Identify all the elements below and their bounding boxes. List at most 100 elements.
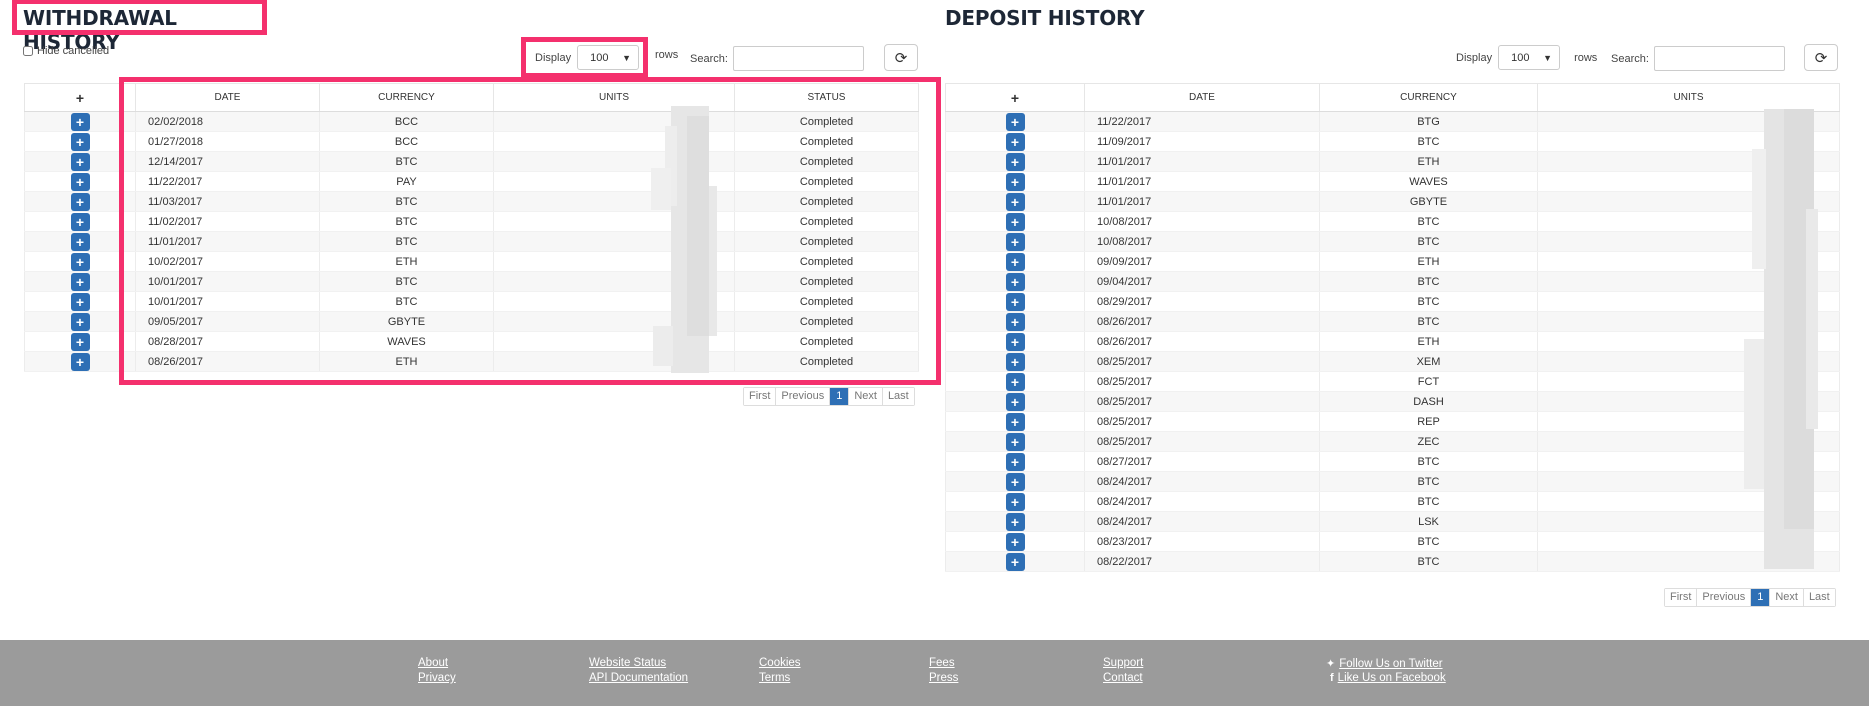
footer-link-twitter[interactable]: ✦ Follow Us on Twitter [1326, 657, 1443, 670]
pager-previous[interactable]: Previous [1697, 589, 1752, 606]
cell-currency: BTC [1319, 131, 1538, 152]
footer-link-facebook[interactable]: f Like Us on Facebook [1330, 672, 1446, 684]
table-row: +08/24/2017 LSK [945, 511, 1840, 532]
expand-row-button[interactable]: + [1005, 392, 1025, 411]
footer-link-press[interactable]: Press [929, 672, 958, 684]
expand-row-button[interactable]: + [1005, 532, 1025, 551]
expand-row-button[interactable]: + [1005, 292, 1025, 311]
expand-row-button[interactable]: + [70, 152, 90, 171]
pager-next[interactable]: Next [1770, 589, 1804, 606]
expand-row-button[interactable]: + [70, 292, 90, 311]
withdrawal-rows-select[interactable]: 100 ▼ [577, 45, 640, 70]
expand-cell: + [945, 451, 1085, 472]
expand-cell: + [945, 171, 1085, 192]
column-header-currency[interactable]: CURRENCY [1319, 83, 1538, 112]
pager-page-1[interactable]: 1 [830, 388, 850, 405]
column-header-units[interactable]: UNITS [1537, 83, 1840, 112]
expand-all-header[interactable]: + [24, 83, 136, 112]
pager-previous[interactable]: Previous [776, 388, 831, 405]
withdrawal-refresh-button[interactable]: ⟳ [884, 44, 918, 71]
expand-row-button[interactable]: + [1005, 152, 1025, 171]
withdrawal-units-redacted [651, 106, 731, 373]
expand-row-button[interactable]: + [1005, 512, 1025, 531]
footer-link-cookies[interactable]: Cookies [759, 657, 801, 669]
footer-link-contact[interactable]: Contact [1103, 672, 1143, 684]
table-row: +08/26/2017 ETH [945, 331, 1840, 352]
deposit-refresh-button[interactable]: ⟳ [1804, 44, 1838, 71]
table-row: +11/22/2017 BTG [945, 111, 1840, 132]
footer-link-website-status[interactable]: Website Status [589, 657, 666, 669]
expand-row-button[interactable]: + [1005, 472, 1025, 491]
cell-currency: LSK [1319, 511, 1538, 532]
expand-row-button[interactable]: + [1005, 212, 1025, 231]
hide-cancelled-checkbox[interactable] [23, 46, 33, 56]
cell-date: 08/24/2017 [1084, 471, 1320, 492]
cell-currency: FCT [1319, 371, 1538, 392]
expand-row-button[interactable]: + [1005, 312, 1025, 331]
expand-row-button[interactable]: + [70, 272, 90, 291]
cell-currency: REP [1319, 411, 1538, 432]
cell-currency: BTC [1319, 471, 1538, 492]
rows-label: rows [655, 49, 679, 61]
withdrawal-search-input[interactable] [732, 46, 864, 71]
rows-select-value: 100 [1511, 51, 1530, 64]
expand-row-button[interactable]: + [1005, 132, 1025, 151]
expand-row-button[interactable]: + [1005, 412, 1025, 431]
expand-cell: + [945, 151, 1085, 172]
expand-row-button[interactable]: + [1005, 552, 1025, 571]
expand-row-button[interactable]: + [1005, 272, 1025, 291]
pager-last[interactable]: Last [1803, 589, 1835, 606]
expand-row-button[interactable]: + [70, 232, 90, 251]
pager-first[interactable]: First [1665, 589, 1698, 606]
expand-cell: + [24, 231, 136, 252]
expand-all-header[interactable]: + [945, 83, 1085, 112]
pager-first[interactable]: First [744, 388, 777, 405]
expand-row-button[interactable]: + [70, 172, 90, 191]
cell-date: 08/25/2017 [1084, 371, 1320, 392]
expand-row-button[interactable]: + [1005, 352, 1025, 371]
expand-cell: + [24, 151, 136, 172]
table-row: +11/01/2017 ETH [945, 151, 1840, 172]
expand-row-button[interactable]: + [1005, 232, 1025, 251]
table-row: +09/04/2017 BTC [945, 271, 1840, 292]
cell-currency: BTC [1319, 231, 1538, 252]
expand-row-button[interactable]: + [1005, 332, 1025, 351]
table-row: +08/25/2017 ZEC [945, 431, 1840, 452]
deposit-search-input[interactable] [1653, 46, 1785, 71]
footer-link-fees[interactable]: Fees [929, 657, 955, 669]
expand-row-button[interactable]: + [1005, 112, 1025, 131]
expand-row-button[interactable]: + [70, 112, 90, 131]
expand-row-button[interactable]: + [1005, 432, 1025, 451]
expand-cell: + [945, 411, 1085, 432]
expand-row-button[interactable]: + [70, 132, 90, 151]
expand-row-button[interactable]: + [70, 332, 90, 351]
footer-link-support[interactable]: Support [1103, 657, 1143, 669]
cell-currency: BTC [1319, 491, 1538, 512]
expand-row-button[interactable]: + [1005, 372, 1025, 391]
cell-date: 10/08/2017 [1084, 231, 1320, 252]
expand-row-button[interactable]: + [1005, 192, 1025, 211]
footer-link-about[interactable]: About [418, 657, 448, 669]
table-row: +08/25/2017 REP [945, 411, 1840, 432]
cell-currency: GBYTE [1319, 191, 1538, 212]
expand-row-button[interactable]: + [70, 212, 90, 231]
pager-last[interactable]: Last [882, 388, 914, 405]
expand-row-button[interactable]: + [1005, 172, 1025, 191]
pager-next[interactable]: Next [849, 388, 883, 405]
column-header-date[interactable]: DATE [1084, 83, 1320, 112]
hide-cancelled-toggle[interactable]: Hide cancelled [23, 45, 109, 57]
expand-row-button[interactable]: + [70, 252, 90, 271]
deposit-rows-select[interactable]: 100 ▼ [1498, 45, 1561, 70]
table-row: +10/08/2017 BTC [945, 211, 1840, 232]
expand-row-button[interactable]: + [1005, 492, 1025, 511]
footer-link-terms[interactable]: Terms [759, 672, 790, 684]
footer-link-api-documentation[interactable]: API Documentation [589, 672, 688, 684]
expand-row-button[interactable]: + [1005, 452, 1025, 471]
footer-link-privacy[interactable]: Privacy [418, 672, 456, 684]
expand-row-button[interactable]: + [70, 192, 90, 211]
expand-cell: + [24, 311, 136, 332]
pager-page-1[interactable]: 1 [1751, 589, 1771, 606]
expand-row-button[interactable]: + [70, 352, 90, 371]
expand-row-button[interactable]: + [70, 312, 90, 331]
expand-row-button[interactable]: + [1005, 252, 1025, 271]
